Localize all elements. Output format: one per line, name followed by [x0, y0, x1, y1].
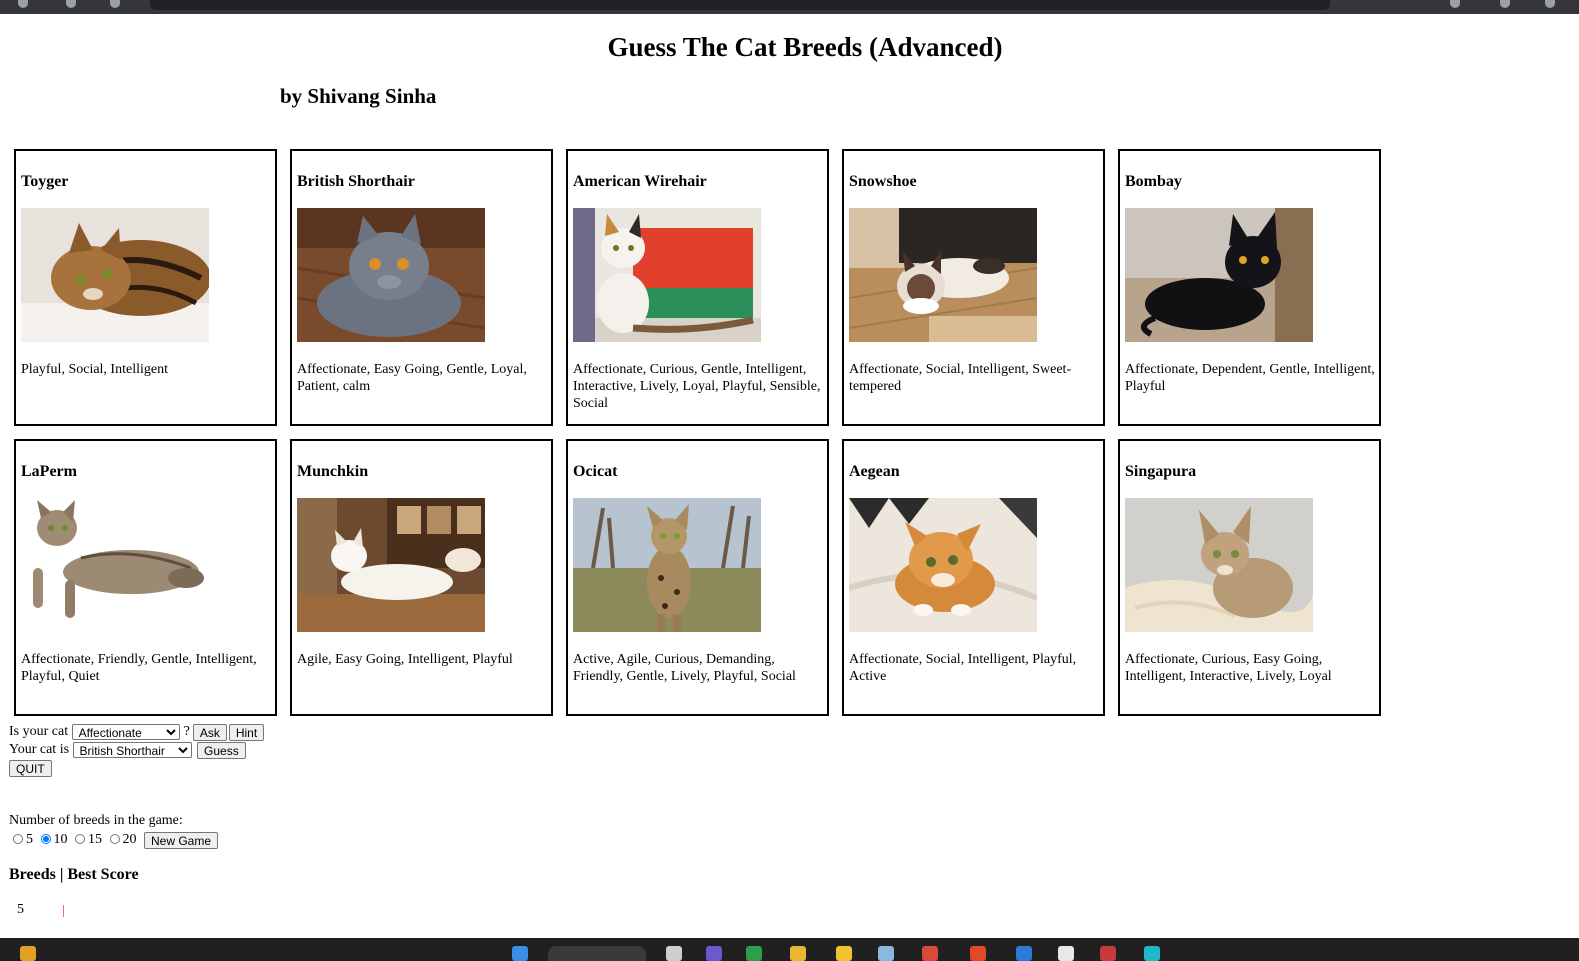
breed-name: Ocicat: [573, 463, 618, 480]
mail-icon[interactable]: [878, 946, 894, 961]
taskbar-search[interactable]: [548, 946, 646, 961]
page-title: Guess The Cat Breeds (Advanced): [607, 32, 1003, 62]
cat-photo: [573, 498, 761, 632]
calendar-icon[interactable]: [1100, 946, 1116, 961]
breed-traits: Playful, Social, Intelligent: [21, 362, 168, 377]
breed-name: Munchkin: [297, 463, 369, 480]
breed-count-option-label: 5: [26, 832, 33, 847]
excel-icon[interactable]: [746, 946, 762, 961]
breed-count-radio-15[interactable]: [75, 834, 85, 844]
breed-count-radio-5[interactable]: [13, 834, 23, 844]
breed-name: Singapura: [1125, 463, 1197, 480]
cat-photo: [297, 208, 485, 342]
breed-name: Toyger: [21, 173, 69, 190]
breed-card: American Wirehair Affectionate, Curious,…: [566, 149, 829, 426]
breed-card: British Shorthair Affectionate, Easy Goi…: [290, 149, 553, 426]
breed-card: Munchkin Agile, Easy Going, Intelligent,…: [290, 439, 553, 716]
menu-icon[interactable]: [1545, 0, 1555, 8]
guess-button[interactable]: Guess: [197, 742, 246, 759]
breed-card: Bombay Affectionate, Dependent, Gentle, …: [1118, 149, 1381, 426]
page-subtitle: by Shivang Sinha: [280, 84, 437, 108]
cat-photo: [21, 498, 209, 632]
breed-traits: Affectionate, Dependent, Gentle, Intelli…: [1125, 362, 1375, 394]
back-icon[interactable]: [18, 0, 28, 8]
breed-count-option-label: 15: [88, 832, 102, 847]
breed-name: American Wirehair: [573, 173, 707, 190]
guess-prefix: Your cat is: [9, 742, 70, 757]
quit-button[interactable]: QUIT: [9, 760, 52, 777]
quit-row: QUIT: [9, 760, 52, 777]
breed-card: Aegean Affectionate, Social, Intelligent…: [842, 439, 1105, 716]
breed-name: Bombay: [1125, 173, 1182, 190]
browser-toolbar: [0, 0, 1579, 14]
reload-icon[interactable]: [66, 0, 76, 8]
taskbar: [0, 938, 1579, 961]
cat-photo: [849, 498, 1037, 632]
cat-photo: [1125, 498, 1313, 632]
breed-count-option-label: 10: [53, 832, 68, 847]
start-icon[interactable]: [512, 946, 528, 961]
breed-count-radio-20[interactable]: [109, 834, 120, 844]
breed-traits: Affectionate, Social, Intelligent, Sweet…: [849, 362, 1072, 394]
breed-card: LaPerm Affectionate, Friendly, Gentle, I…: [14, 439, 277, 716]
cat-photo: [849, 208, 1037, 342]
breed-count-option-label: 20: [122, 832, 137, 847]
ask-prefix: Is your cat: [9, 724, 69, 739]
app-icon[interactable]: [970, 946, 986, 961]
address-bar[interactable]: [150, 0, 1330, 10]
breed-count-options: 5 10 15 20 New Game: [9, 832, 219, 849]
extension-icon[interactable]: [1450, 0, 1460, 8]
breed-card: Snowshoe Affectionate, Social, Intellige…: [842, 149, 1105, 426]
notes-icon[interactable]: [1058, 946, 1074, 961]
ask-suffix: ?: [183, 724, 190, 739]
breed-select[interactable]: British Shorthair: [72, 742, 192, 758]
text-cursor: [63, 905, 64, 917]
profile-icon[interactable]: [1500, 0, 1510, 8]
edge-icon[interactable]: [1016, 946, 1032, 961]
score-row-breeds: 5: [17, 902, 24, 917]
cat-photo: [21, 208, 209, 342]
new-game-button[interactable]: New Game: [144, 832, 219, 849]
pin-app-icon[interactable]: [836, 946, 852, 961]
breed-card: Ocicat Active, Agile, Curious, Demanding…: [566, 439, 829, 716]
chrome-icon[interactable]: [922, 946, 938, 961]
hint-button[interactable]: Hint: [228, 724, 265, 741]
breed-traits: Affectionate, Friendly, Gentle, Intellig…: [21, 652, 257, 684]
breed-traits: Active, Agile, Curious, Demanding, Frien…: [573, 652, 796, 684]
teams-icon[interactable]: [706, 946, 722, 961]
breed-name: Aegean: [849, 463, 900, 480]
breed-name: Snowshoe: [849, 173, 917, 190]
breed-traits: Affectionate, Social, Intelligent, Playf…: [849, 652, 1077, 684]
trait-select[interactable]: Affectionate: [71, 724, 180, 740]
breed-traits: Affectionate, Curious, Easy Going, Intel…: [1125, 652, 1332, 684]
breed-name: LaPerm: [21, 463, 77, 480]
file-explorer-icon[interactable]: [790, 946, 806, 961]
breed-traits: Affectionate, Curious, Gentle, Intellige…: [573, 362, 821, 411]
breed-name: British Shorthair: [297, 173, 415, 190]
cat-photo: [573, 208, 761, 342]
breed-card: Toyger Playful, Social, Intelligent: [14, 149, 277, 426]
weather-icon[interactable]: [20, 946, 36, 961]
home-icon[interactable]: [110, 0, 120, 8]
store-icon[interactable]: [1144, 946, 1160, 961]
breed-traits: Affectionate, Easy Going, Gentle, Loyal,…: [297, 362, 527, 394]
breed-count-label: Number of breeds in the game:: [9, 813, 183, 828]
cat-photo: [1125, 208, 1313, 342]
score-table-header: Breeds | Best Score: [9, 866, 139, 883]
breed-count-radio-10[interactable]: [40, 834, 51, 844]
ask-button[interactable]: Ask: [192, 724, 227, 741]
ask-row: Is your cat Affectionate ? Ask Hint: [9, 724, 265, 741]
breed-card: Singapura Affectionate, Curious, Easy Go…: [1118, 439, 1381, 716]
breed-traits: Agile, Easy Going, Intelligent, Playful: [297, 652, 513, 667]
cat-photo: [297, 498, 485, 632]
guess-row: Your cat is British Shorthair Guess: [9, 742, 246, 759]
task-view-icon[interactable]: [666, 946, 682, 961]
